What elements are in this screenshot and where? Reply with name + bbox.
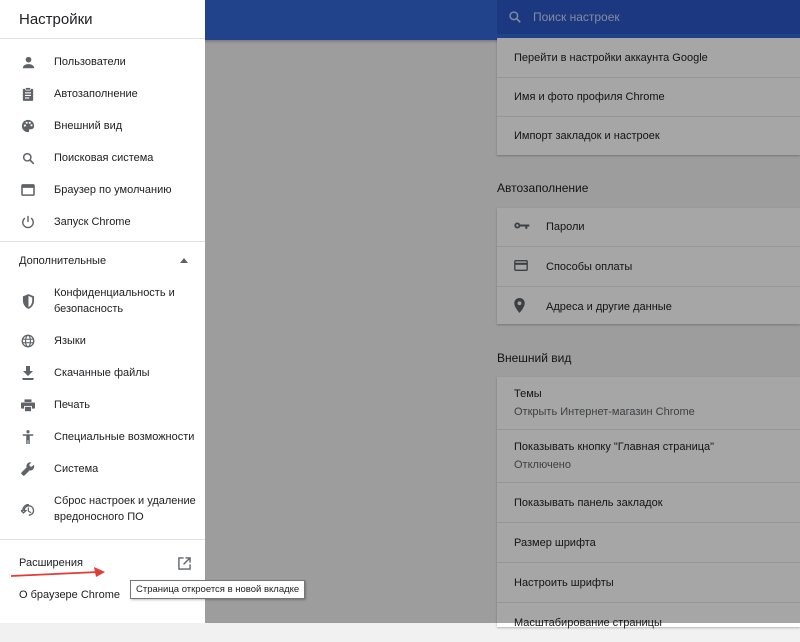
sidebar-item-label: Автозаполнение bbox=[54, 88, 138, 100]
sidebar-item-about-chrome[interactable]: О браузере Chrome bbox=[19, 589, 120, 601]
tooltip: Страница откроется в новой вкладке bbox=[130, 580, 306, 599]
globe-icon bbox=[20, 333, 36, 349]
sidebar-item-label: Пользователи bbox=[54, 56, 126, 68]
label-line-1: Конфиденциальность и bbox=[54, 287, 175, 299]
sidebar-item-label: Печать bbox=[54, 399, 91, 411]
sidebar-item-accessibility[interactable]: Специальные возможности bbox=[0, 429, 205, 445]
sidebar-item-reset[interactable]: Сброс настроек и удаление вредоносного П… bbox=[0, 493, 205, 525]
sidebar-item-privacy[interactable]: Конфиденциальность и безопасность bbox=[0, 285, 205, 317]
shield-icon bbox=[20, 293, 36, 309]
person-icon bbox=[20, 54, 36, 70]
browser-window-icon bbox=[20, 182, 36, 198]
sidebar-item-autofill[interactable]: Автозаполнение bbox=[0, 86, 205, 102]
sidebar-item-label: Сброс настроек и удаление вредоносного П… bbox=[54, 493, 196, 525]
advanced-toggle[interactable]: Дополнительные bbox=[19, 255, 189, 267]
sidebar-divider bbox=[0, 539, 205, 540]
sidebar-drawer: Настройки Пользователи Автозаполнение Вн… bbox=[0, 0, 205, 623]
arrow-up-icon[interactable] bbox=[180, 258, 188, 263]
sidebar-item-default-browser[interactable]: Браузер по умолчанию bbox=[0, 182, 205, 198]
label-line-2: вредоносного ПО bbox=[54, 511, 144, 523]
search-icon bbox=[20, 150, 36, 166]
palette-icon bbox=[20, 118, 36, 134]
sidebar-item-label: Внешний вид bbox=[54, 120, 123, 132]
annotation-arrow-icon bbox=[10, 567, 105, 577]
sidebar-item-label: Браузер по умолчанию bbox=[54, 184, 172, 196]
label-line-1: Сброс настроек и удаление bbox=[54, 495, 196, 507]
clipboard-icon bbox=[20, 86, 36, 102]
history-icon bbox=[20, 502, 36, 518]
sidebar-item-people[interactable]: Пользователи bbox=[0, 54, 205, 70]
sidebar-item-on-startup[interactable]: Запуск Chrome bbox=[0, 214, 205, 230]
sidebar-item-printing[interactable]: Печать bbox=[0, 397, 205, 413]
accessibility-icon bbox=[20, 429, 36, 445]
printer-icon bbox=[20, 397, 36, 413]
sidebar-item-label: Система bbox=[54, 463, 99, 475]
download-icon bbox=[20, 365, 36, 381]
sidebar-item-label: Конфиденциальность и безопасность bbox=[54, 285, 175, 317]
sidebar-title: Настройки bbox=[0, 0, 205, 39]
wrench-icon bbox=[20, 461, 36, 477]
sidebar-item-label: Запуск Chrome bbox=[54, 216, 131, 228]
sidebar-item-languages[interactable]: Языки bbox=[0, 333, 205, 349]
sidebar-item-search-engine[interactable]: Поисковая система bbox=[0, 150, 205, 166]
sidebar-item-label: Поисковая система bbox=[54, 152, 154, 164]
sidebar-item-label: Специальные возможности bbox=[54, 431, 195, 443]
label-line-2: безопасность bbox=[54, 303, 124, 315]
sidebar-item-label: Скачанные файлы bbox=[54, 367, 150, 379]
sidebar-item-appearance[interactable]: Внешний вид bbox=[0, 118, 205, 134]
sidebar-item-label: Языки bbox=[54, 335, 86, 347]
power-icon bbox=[20, 214, 36, 230]
sidebar-item-system[interactable]: Система bbox=[0, 461, 205, 477]
sidebar-item-downloads[interactable]: Скачанные файлы bbox=[0, 365, 205, 381]
open-in-new-icon[interactable] bbox=[178, 557, 191, 570]
scrim-overlay[interactable] bbox=[205, 0, 800, 623]
sidebar-divider bbox=[0, 241, 205, 242]
